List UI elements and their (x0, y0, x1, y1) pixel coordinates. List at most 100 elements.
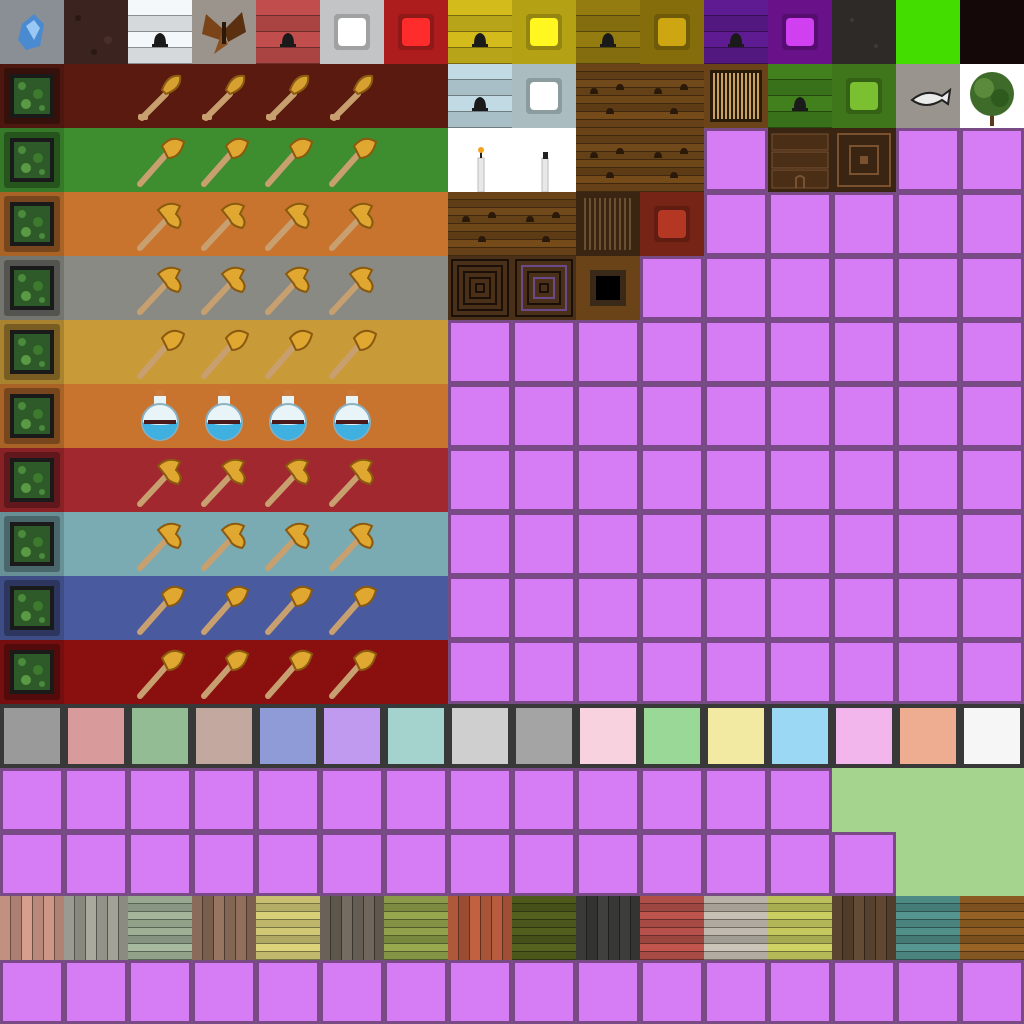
empty-slot (960, 512, 1024, 576)
empty-slot (448, 640, 512, 704)
color-block (64, 576, 128, 640)
color-block (384, 192, 448, 256)
empty-slot (512, 960, 576, 1024)
framed-leaf-icon (0, 512, 64, 576)
color-swatch (640, 704, 704, 768)
color-swatch (0, 704, 64, 768)
oak-plank-icon (960, 896, 1024, 960)
empty-slot (256, 960, 320, 1024)
color-block (64, 512, 128, 576)
empty-slot (768, 640, 832, 704)
color-block (64, 320, 128, 384)
empty-slot (576, 576, 640, 640)
shovel-icon (256, 64, 320, 128)
dark-stone-icon (832, 0, 896, 64)
tree-icon (960, 64, 1024, 128)
axe-icon (192, 576, 256, 640)
wood-knobs-icon (576, 128, 640, 192)
axe-icon (256, 640, 320, 704)
yellow-panel-icon (512, 0, 576, 64)
red-plank-bell-icon (256, 0, 320, 64)
empty-slot (320, 768, 384, 832)
yellow-bamboo-icon (768, 896, 832, 960)
dark-olive-plank-icon (512, 896, 576, 960)
empty-slot (384, 768, 448, 832)
framed-leaf-icon (0, 192, 64, 256)
hammer-icon (128, 512, 192, 576)
empty-slot (960, 448, 1024, 512)
weathered-plank-icon (192, 896, 256, 960)
framed-leaf-icon (0, 320, 64, 384)
walnut-plank-icon (832, 896, 896, 960)
empty-slot (832, 576, 896, 640)
dark-grill-icon (576, 192, 640, 256)
shovel-icon (320, 64, 384, 128)
empty-slot (960, 384, 1024, 448)
hammer-icon (192, 448, 256, 512)
empty-slot (704, 576, 768, 640)
hammer-icon (320, 512, 384, 576)
wood-knobs-icon (640, 64, 704, 128)
empty-slot (576, 832, 640, 896)
color-swatch (704, 704, 768, 768)
framed-leaf-icon (0, 128, 64, 192)
empty-slot (896, 256, 960, 320)
axe-icon (128, 320, 192, 384)
empty-slot (448, 384, 512, 448)
empty-slot (576, 384, 640, 448)
empty-slot (896, 576, 960, 640)
olive-plank-bell-icon (576, 0, 640, 64)
olive-panel-icon (640, 0, 704, 64)
color-block (64, 640, 128, 704)
color-swatch (128, 704, 192, 768)
empty-slot (576, 512, 640, 576)
dark-dirt-icon (64, 0, 128, 64)
empty-slot (448, 320, 512, 384)
hammer-icon (192, 256, 256, 320)
axe-icon (192, 320, 256, 384)
color-block (384, 320, 448, 384)
empty-slot (960, 256, 1024, 320)
empty-slot (576, 640, 640, 704)
empty-slot (832, 640, 896, 704)
empty-slot (448, 768, 512, 832)
sage-slat-icon (128, 896, 192, 960)
axe-icon (256, 576, 320, 640)
color-swatch (960, 704, 1024, 768)
red-wash-plank-icon (640, 896, 704, 960)
pale-plank-bell-icon (448, 64, 512, 128)
empty-slot (832, 256, 896, 320)
empty-slot (64, 832, 128, 896)
empty-slot (832, 320, 896, 384)
empty-slot (192, 768, 256, 832)
hammer-icon (128, 448, 192, 512)
empty-slot (576, 960, 640, 1024)
empty-slot (384, 960, 448, 1024)
color-block (64, 192, 128, 256)
color-block (384, 384, 448, 448)
wood-knobs-icon (576, 64, 640, 128)
empty-slot (960, 320, 1024, 384)
pale-gray-plank-icon (704, 896, 768, 960)
empty-slot (896, 448, 960, 512)
texture-atlas (0, 0, 1024, 1024)
hammer-icon (256, 512, 320, 576)
teal-plank-icon (896, 896, 960, 960)
empty-slot (896, 320, 960, 384)
framed-leaf-icon (0, 576, 64, 640)
gravel-fish-icon (896, 64, 960, 128)
empty-slot (768, 256, 832, 320)
color-block (384, 640, 448, 704)
color-swatch (384, 704, 448, 768)
empty-slot (896, 512, 960, 576)
empty-slot (896, 384, 960, 448)
empty-slot (704, 128, 768, 192)
empty-slot (512, 512, 576, 576)
axe-icon (128, 576, 192, 640)
black-block-icon (960, 0, 1024, 64)
empty-slot (512, 640, 576, 704)
empty-slot (768, 384, 832, 448)
wood-knobs-icon (448, 192, 512, 256)
empty-slot (640, 512, 704, 576)
hammer-icon (128, 192, 192, 256)
